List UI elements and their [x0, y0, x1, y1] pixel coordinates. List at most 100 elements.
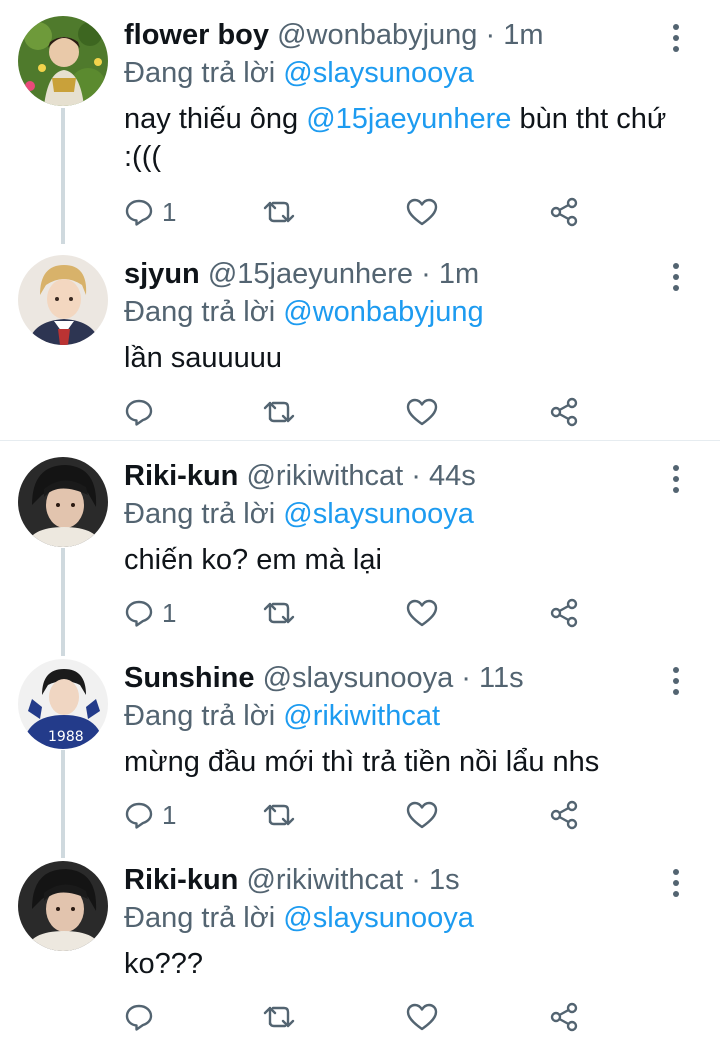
replying-to: Đang trả lời @wonbabyjung: [124, 295, 484, 329]
like-button[interactable]: [406, 194, 438, 230]
reply-button[interactable]: 1: [124, 797, 176, 833]
mention-link[interactable]: @rikiwithcat: [283, 700, 440, 732]
handle[interactable]: @rikiwithcat: [246, 864, 403, 896]
mention-link[interactable]: @wonbabyjung: [283, 296, 483, 328]
action-bar: [124, 394, 594, 430]
more-options-icon[interactable]: [666, 667, 686, 697]
reply-icon: [125, 802, 153, 829]
like-button[interactable]: [406, 394, 438, 430]
replying-to: Đang trả lời @slaysunooya: [124, 497, 474, 531]
separator-dot: ·: [411, 460, 421, 492]
tweet-text: mừng đầu mới thì trả tiền nồi lẩu nhs: [124, 743, 680, 781]
retweet-button[interactable]: [262, 394, 296, 430]
handle[interactable]: @rikiwithcat: [246, 460, 403, 492]
share-button[interactable]: [548, 999, 580, 1035]
replying-to-label: Đang trả lời: [124, 498, 276, 530]
text-segment: mừng đầu mới thì trả tiền nồi lẩu nhs: [124, 746, 600, 778]
reply-button[interactable]: [124, 999, 154, 1035]
text-segment: ko???: [124, 948, 204, 980]
timestamp[interactable]: 11s: [479, 662, 524, 694]
separator-dot: ·: [421, 258, 431, 290]
retweet-icon: [263, 602, 295, 624]
mention-link[interactable]: @slaysunooya: [283, 498, 474, 530]
timestamp[interactable]: 1m: [503, 19, 543, 51]
share-button[interactable]: [548, 595, 580, 631]
display-name[interactable]: sjyun: [124, 258, 200, 290]
separator-dot: ·: [485, 19, 496, 51]
separator-dot: ·: [411, 864, 421, 896]
share-button[interactable]: [548, 797, 580, 833]
like-button[interactable]: [406, 999, 438, 1035]
share-icon: [550, 800, 578, 830]
display-name[interactable]: Sunshine: [124, 662, 255, 694]
mention-link[interactable]: @slaysunooya: [283, 902, 474, 934]
more-options-icon[interactable]: [666, 465, 686, 495]
retweet-button[interactable]: [262, 194, 296, 230]
mention-link[interactable]: @15jaeyunhere: [306, 103, 511, 135]
reply-button[interactable]: [124, 394, 154, 430]
share-icon: [550, 598, 578, 628]
reply-button[interactable]: 1: [124, 595, 176, 631]
retweet-button[interactable]: [262, 797, 296, 833]
share-icon: [550, 397, 578, 427]
like-icon: [406, 198, 438, 226]
svg-text:1988: 1988: [48, 729, 84, 745]
avatar[interactable]: [18, 16, 108, 106]
divider: [0, 440, 720, 441]
share-button[interactable]: [548, 194, 580, 230]
more-options-icon[interactable]: [666, 263, 686, 293]
timestamp[interactable]: 44s: [429, 460, 476, 492]
more-options-icon[interactable]: [666, 869, 686, 899]
action-bar: 1: [124, 797, 594, 833]
tweet-header: Riki-kun @rikiwithcat · 1s: [124, 863, 650, 897]
like-icon: [406, 801, 438, 829]
like-button[interactable]: [406, 797, 438, 833]
handle[interactable]: @15jaeyunhere: [208, 258, 413, 290]
retweet-icon: [263, 804, 295, 826]
retweet-icon: [263, 201, 295, 223]
timestamp[interactable]: 1m: [439, 258, 479, 290]
replying-to-label: Đang trả lời: [124, 902, 276, 934]
reply-count: 1: [162, 597, 177, 628]
thread-line: [61, 750, 65, 858]
avatar[interactable]: 1988: [18, 659, 108, 749]
timestamp[interactable]: 1s: [429, 864, 460, 896]
retweet-icon: [263, 1006, 295, 1028]
text-segment: lần sauuuuu: [124, 342, 283, 374]
reply-count: 1: [162, 799, 177, 830]
reply-icon: [125, 199, 153, 226]
display-name[interactable]: Riki-kun: [124, 460, 238, 492]
text-segment: chiến ko? em mà lại: [124, 544, 382, 576]
replying-to-label: Đang trả lời: [124, 296, 276, 328]
handle[interactable]: @wonbabyjung: [277, 19, 477, 51]
action-bar: [124, 999, 594, 1035]
replying-to-label: Đang trả lời: [124, 57, 276, 89]
display-name[interactable]: Riki-kun: [124, 864, 238, 896]
like-button[interactable]: [406, 595, 438, 631]
avatar[interactable]: [18, 255, 108, 345]
display-name[interactable]: flower boy: [124, 19, 269, 51]
share-icon: [550, 197, 578, 227]
like-icon: [406, 1003, 438, 1031]
action-bar: 1: [124, 194, 594, 230]
thread-line: [61, 108, 65, 244]
more-options-icon[interactable]: [666, 24, 686, 54]
replying-to: Đang trả lời @rikiwithcat: [124, 699, 440, 733]
like-icon: [406, 398, 438, 426]
share-button[interactable]: [548, 394, 580, 430]
tweet-text: lần sauuuuu: [124, 339, 680, 377]
reply-button[interactable]: 1: [124, 194, 176, 230]
tweet-header: flower boy @wonbabyjung · 1m: [124, 18, 650, 52]
avatar[interactable]: [18, 861, 108, 951]
avatar[interactable]: [18, 457, 108, 547]
action-bar: 1: [124, 595, 594, 631]
mention-link[interactable]: @slaysunooya: [283, 57, 474, 89]
reply-icon: [125, 399, 153, 426]
handle[interactable]: @slaysunooya: [263, 662, 454, 694]
tweet-header: sjyun @15jaeyunhere · 1m: [124, 257, 650, 291]
retweet-icon: [263, 401, 295, 423]
replying-to-label: Đang trả lời: [124, 700, 276, 732]
thread-line: [61, 548, 65, 656]
retweet-button[interactable]: [262, 595, 296, 631]
retweet-button[interactable]: [262, 999, 296, 1035]
